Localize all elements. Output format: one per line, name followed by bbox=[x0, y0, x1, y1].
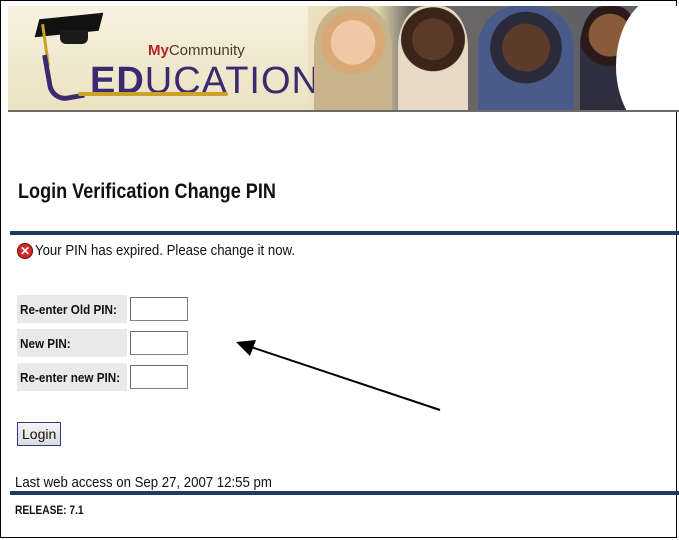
release-version: RELEASE: 7.1 bbox=[15, 503, 84, 517]
brand-tagline: MyCommunity bbox=[148, 42, 245, 59]
new-pin-label-text: New PIN: bbox=[20, 335, 71, 351]
old-pin-label: Re-enter Old PIN: bbox=[17, 295, 127, 323]
form-row-old-pin: Re-enter Old PIN: bbox=[17, 294, 188, 324]
logo: MyCommunity EDUCATION bbox=[8, 6, 319, 110]
brand-suffix: Community bbox=[168, 42, 245, 59]
form-row-confirm-pin: Re-enter new PIN: bbox=[17, 362, 188, 392]
banner-photo-person bbox=[398, 6, 468, 110]
banner-photo-person bbox=[478, 6, 574, 110]
site-banner: MyCommunity EDUCATION bbox=[8, 6, 679, 112]
banner-photo-person bbox=[314, 6, 392, 110]
banner-curve bbox=[616, 6, 679, 110]
confirm-pin-label-text: Re-enter new PIN: bbox=[20, 369, 121, 385]
new-pin-input[interactable] bbox=[130, 331, 188, 355]
brand-logo-text: EDUCATION bbox=[90, 60, 320, 103]
login-button[interactable]: Login bbox=[17, 422, 62, 446]
error-x-icon: ✕ bbox=[17, 242, 33, 259]
logo-swoosh bbox=[78, 92, 228, 96]
brand-prefix: My bbox=[148, 42, 169, 59]
new-pin-label: New PIN: bbox=[17, 329, 127, 357]
page-title: Login Verification Change PIN bbox=[18, 180, 276, 203]
old-pin-label-text: Re-enter Old PIN: bbox=[20, 301, 117, 317]
error-message: ✕ Your PIN has expired. Please change it… bbox=[17, 242, 330, 259]
confirm-pin-input[interactable] bbox=[130, 365, 188, 389]
old-pin-input[interactable] bbox=[130, 297, 188, 321]
divider bbox=[10, 491, 679, 495]
error-text: Your PIN has expired. Please change it n… bbox=[35, 242, 296, 259]
graduation-cap-base bbox=[60, 30, 88, 44]
divider bbox=[10, 231, 679, 235]
form-row-new-pin: New PIN: bbox=[17, 328, 188, 358]
confirm-pin-label: Re-enter new PIN: bbox=[17, 363, 127, 391]
last-access-text: Last web access on Sep 27, 2007 12:55 pm bbox=[15, 474, 272, 491]
